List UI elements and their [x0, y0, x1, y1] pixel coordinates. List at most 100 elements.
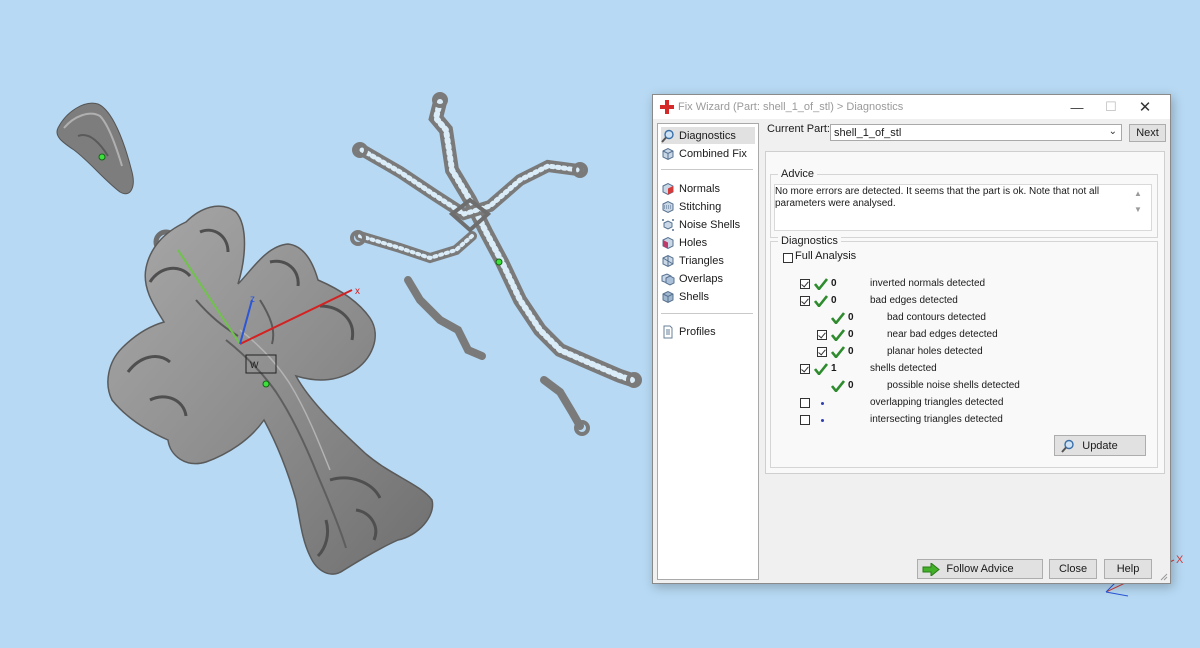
nav-item-label: Triangles [679, 254, 724, 267]
nav-separator [661, 313, 753, 314]
diagnostic-count: 0 [831, 295, 837, 306]
stitching-cube-icon [662, 200, 674, 213]
holes-cube-icon [662, 236, 674, 249]
diagnostic-count: 0 [848, 380, 854, 391]
green-check-icon [831, 346, 845, 358]
diagnostic-label: shells detected [870, 363, 937, 374]
green-check-icon [831, 380, 845, 392]
diagnostics-title: Diagnostics [778, 235, 841, 247]
current-part-select[interactable]: shell_1_of_stl ⌄ [830, 124, 1122, 141]
diagnostic-checkbox[interactable] [800, 415, 810, 425]
nav-item-label: Normals [679, 182, 720, 195]
shells-icon [662, 290, 674, 303]
pending-dot-icon [821, 419, 824, 422]
nav-item-label: Diagnostics [679, 129, 736, 142]
diagnostic-count: 1 [831, 363, 837, 374]
follow-advice-button[interactable]: Follow Advice [917, 559, 1043, 579]
diagnostic-checkbox[interactable] [800, 296, 810, 306]
profiles-page-icon [663, 325, 673, 338]
update-label: Update [1082, 439, 1118, 452]
title-bar[interactable]: Fix Wizard (Part: shell_1_of_stl) > Diag… [653, 95, 1170, 119]
green-check-icon [831, 312, 845, 324]
green-check-icon [814, 363, 828, 375]
nav-separator [661, 169, 753, 170]
dialog-title: Fix Wizard (Part: shell_1_of_stl) > Diag… [678, 101, 904, 113]
advice-scrollbar[interactable]: ▲ ▼ [1132, 186, 1144, 218]
corner-x-label: X [1176, 554, 1184, 566]
nav-item-triangles[interactable]: Triangles [661, 252, 755, 269]
maximize-button[interactable]: ☐ [1096, 95, 1126, 119]
diagnostic-checkbox[interactable] [817, 347, 827, 357]
nav-item-shells[interactable]: Shells [661, 288, 755, 305]
magnifier-icon [1061, 439, 1074, 453]
next-button[interactable]: Next [1129, 124, 1166, 142]
diagnostic-label: possible noise shells detected [887, 380, 1020, 391]
diagnostic-label: inverted normals detected [870, 278, 986, 289]
diagnostic-label: bad edges detected [870, 295, 958, 306]
diagnostic-checkbox[interactable] [817, 330, 827, 340]
triangles-icon [662, 254, 674, 267]
nav-item-profiles[interactable]: Profiles [661, 323, 755, 340]
cube-icon [662, 147, 674, 160]
minimize-button[interactable]: — [1062, 95, 1092, 119]
ornate-cross-model[interactable] [107, 205, 434, 575]
nav-item-diagnostics[interactable]: Diagnostics [661, 127, 755, 144]
advice-title: Advice [778, 168, 818, 180]
nav-item-normals[interactable]: Normals [661, 180, 755, 197]
nav-item-noise-shells[interactable]: Noise Shells [661, 216, 755, 233]
normals-cube-icon [662, 182, 674, 195]
magnifier-icon [661, 129, 674, 143]
nav-item-label: Stitching [679, 200, 722, 213]
nav-item-label: Holes [679, 236, 708, 249]
pending-dot-icon [821, 402, 824, 405]
green-check-icon [814, 278, 828, 290]
nav-item-label: Profiles [679, 325, 716, 338]
diagnostics-panel: Advice No more errors are detected. It s… [765, 151, 1165, 474]
wizard-nav: Diagnostics Combined Fix Normals Stitchi… [657, 123, 759, 580]
nav-item-holes[interactable]: Holes [661, 234, 755, 251]
green-check-icon [831, 329, 845, 341]
red-cross-app-icon [660, 100, 674, 114]
follow-advice-label: Follow Advice [946, 563, 1014, 575]
diagnostic-count: 0 [848, 346, 854, 357]
diagnostic-checkbox[interactable] [800, 364, 810, 374]
noise-shells-icon [662, 218, 674, 231]
close-window-button[interactable]: ✕ [1130, 95, 1160, 119]
fix-wizard-dialog: Fix Wizard (Part: shell_1_of_stl) > Diag… [652, 94, 1171, 584]
axis-x-label: x [355, 286, 360, 297]
nav-item-overlaps[interactable]: Overlaps [661, 270, 755, 287]
diagnostic-label: intersecting triangles detected [870, 414, 1003, 425]
full-analysis-checkbox[interactable] [783, 253, 793, 263]
nav-item-stitching[interactable]: Stitching [661, 198, 755, 215]
bail-model[interactable] [56, 102, 134, 195]
diagnostic-label: planar holes detected [887, 346, 983, 357]
diagnostic-label: overlapping triangles detected [870, 397, 1004, 408]
nav-item-label: Overlaps [679, 272, 724, 285]
resize-grip-icon[interactable] [1158, 571, 1168, 581]
svg-text:W: W [250, 360, 259, 370]
current-part-value: shell_1_of_stl [834, 126, 902, 139]
advice-text: No more errors are detected. It seems th… [775, 186, 1100, 209]
close-button[interactable]: Close [1049, 559, 1097, 579]
axis-z-label: z [250, 294, 255, 305]
nav-item-label: Noise Shells [679, 218, 741, 231]
diagnostic-count: 0 [831, 278, 837, 289]
diagnostic-label: near bad edges detected [887, 329, 998, 340]
update-button[interactable]: Update [1054, 435, 1146, 456]
green-arrow-icon [922, 563, 940, 576]
diagnostic-count: 0 [848, 312, 854, 323]
nav-item-label: Shells [679, 290, 709, 303]
nav-item-label: Combined Fix [679, 147, 747, 160]
full-analysis-label: Full Analysis [795, 250, 857, 262]
current-part-label: Current Part: [767, 123, 830, 135]
diagnostic-label: bad contours detected [887, 312, 986, 323]
overlaps-icon [661, 272, 675, 286]
green-check-icon [814, 295, 828, 307]
help-button[interactable]: Help [1104, 559, 1152, 579]
nav-item-combined-fix[interactable]: Combined Fix [661, 145, 755, 162]
diagnostic-checkbox[interactable] [800, 398, 810, 408]
filigree-cross-model[interactable] [350, 92, 642, 436]
chevron-down-icon: ⌄ [1108, 126, 1117, 137]
diagnostic-checkbox[interactable] [800, 279, 810, 289]
diagnostic-count: 0 [848, 329, 854, 340]
